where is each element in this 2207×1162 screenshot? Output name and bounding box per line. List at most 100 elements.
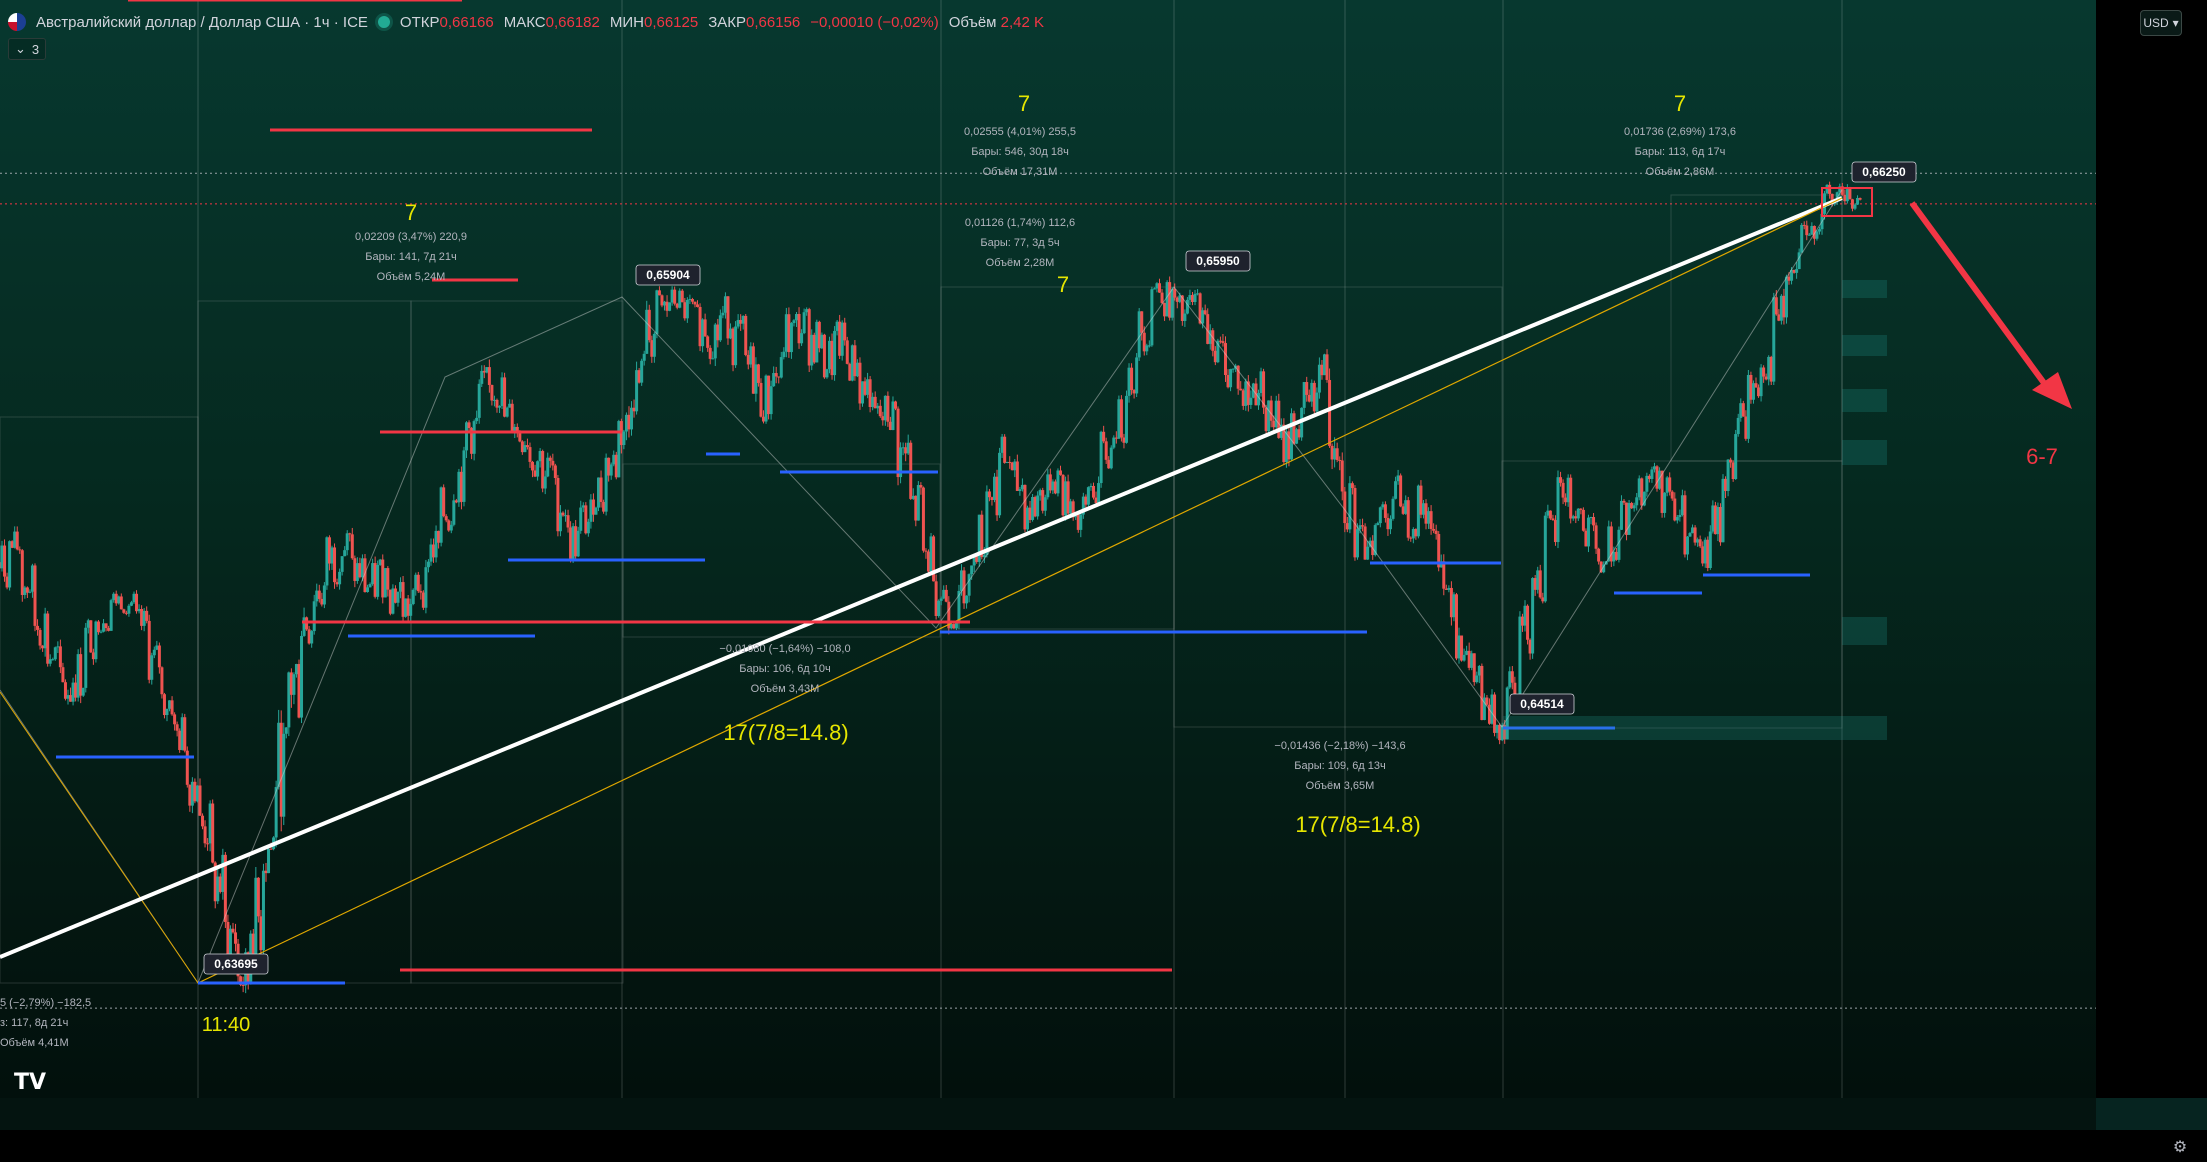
currency-selector-button[interactable]: USD ▾	[2140, 10, 2182, 36]
chart-settings-button[interactable]: ⚙	[2168, 1136, 2192, 1158]
candle-body	[480, 370, 484, 384]
candle-body	[845, 340, 849, 364]
candle-body	[36, 625, 40, 630]
candle-body	[1510, 671, 1514, 683]
volume-label: Объём	[948, 13, 997, 31]
candle-body	[518, 432, 522, 442]
candle-body	[1729, 459, 1733, 463]
range-stat-text: з: 117, 8д 21ч	[0, 1017, 68, 1029]
candle-body	[419, 591, 423, 593]
candle-body	[203, 826, 207, 844]
low-value: 0,66125	[643, 13, 699, 31]
candle-body	[1193, 293, 1197, 302]
range-stat-text: 0,01736 (2,69%) 173,6	[1624, 126, 1736, 138]
candle-body	[1160, 292, 1164, 303]
candle-body	[642, 353, 646, 361]
candle-body	[487, 367, 491, 385]
liquidity-zone-box	[1842, 280, 1887, 298]
candle-body	[1036, 495, 1040, 517]
wave-count-label: 7	[405, 200, 417, 225]
candle-body	[1670, 491, 1674, 499]
range-stat-text: 0,01126 (1,74%) 112,6	[965, 217, 1075, 229]
candle-body	[1097, 483, 1101, 503]
candle-body	[1817, 229, 1821, 232]
range-stat-text: Бары: 77, 3д 5ч	[980, 237, 1059, 249]
candle-body	[51, 659, 55, 661]
candle-body	[109, 600, 113, 631]
candle-body	[706, 336, 710, 348]
candle-body	[477, 383, 481, 418]
symbol-title[interactable]: Австралийский доллар / Доллар США · 1ч ·…	[36, 14, 368, 31]
candle-body	[1340, 460, 1344, 492]
candle-body	[756, 364, 760, 383]
range-stat-text: Объём 3,43M	[751, 683, 820, 695]
candle-body	[1328, 379, 1332, 446]
candle-body	[1406, 500, 1410, 538]
candle-body	[1432, 528, 1436, 531]
candle-body	[165, 708, 169, 716]
candle-body	[170, 700, 174, 715]
candle-body	[1734, 434, 1738, 480]
candle-body	[99, 631, 103, 633]
candle-body	[1355, 529, 1359, 558]
candle-body	[1325, 354, 1329, 380]
candle-body	[769, 386, 773, 415]
candle-body	[1343, 491, 1347, 524]
candle-body	[1828, 184, 1832, 194]
candle-body	[833, 330, 837, 376]
candle-body	[668, 302, 672, 311]
candle-body	[1442, 561, 1446, 589]
candle-body	[802, 312, 806, 334]
candle-body	[449, 524, 453, 531]
candle-body	[1551, 518, 1555, 521]
date-range-box	[1173, 286, 1503, 728]
range-stat-text: Бары: 141, 7д 21ч	[365, 251, 457, 263]
candle-body	[886, 395, 890, 422]
candle-body	[119, 596, 123, 610]
candle-body	[916, 485, 920, 521]
indicators-toggle-button[interactable]: ⌄ 3	[8, 38, 47, 60]
forecast-label: 6-7	[2026, 444, 2058, 469]
candle-body	[211, 803, 215, 863]
candle-body	[690, 298, 694, 302]
candle-body	[1348, 483, 1352, 530]
wave-count-label: 7	[1018, 91, 1030, 116]
time-axis[interactable]	[0, 1130, 2207, 1162]
candle-body	[708, 347, 712, 359]
range-stat-text: Бары: 106, 6д 10ч	[739, 663, 831, 675]
candle-body	[657, 290, 661, 296]
candle-body	[774, 373, 778, 377]
candle-body	[1726, 459, 1730, 491]
candle-body	[718, 315, 722, 341]
candle-body	[490, 384, 494, 401]
candle-body	[1538, 570, 1542, 598]
time-mark-label: 11:40	[202, 1014, 251, 1036]
candle-body	[800, 333, 804, 344]
candle-body	[1183, 313, 1187, 321]
chart-canvas[interactable]: 0,63695 0,65904 0,65950 0,64514 0,66250 5 (−2…	[0, 0, 2207, 1162]
candle-body	[96, 621, 100, 633]
range-stat-text: −0,01080 (−1,64%) −108,0	[719, 643, 850, 655]
liquidity-zone-box	[1842, 389, 1887, 412]
candle-body	[1394, 481, 1398, 499]
candle-body	[1561, 482, 1565, 498]
candle-body	[1594, 525, 1598, 549]
candle-body	[1853, 204, 1857, 209]
candle-body	[444, 516, 448, 521]
chevron-down-icon: ▾	[2172, 16, 2179, 30]
candle-body	[61, 667, 65, 683]
candle-body	[1795, 269, 1799, 273]
candle-body	[300, 635, 304, 718]
candle-body	[652, 333, 656, 357]
market-status-icon[interactable]	[377, 16, 390, 28]
candle-body	[1556, 477, 1560, 543]
candle-body	[424, 567, 428, 608]
candle-body	[599, 477, 603, 503]
tradingview-logo[interactable]: TV	[14, 1070, 46, 1095]
price-axis[interactable]	[2096, 0, 2207, 1098]
candle-body	[1784, 276, 1788, 318]
candle-body	[1632, 505, 1636, 509]
candle-body	[338, 571, 342, 585]
candle-body	[825, 369, 829, 378]
volume-value: 2,42 K	[1000, 13, 1045, 31]
